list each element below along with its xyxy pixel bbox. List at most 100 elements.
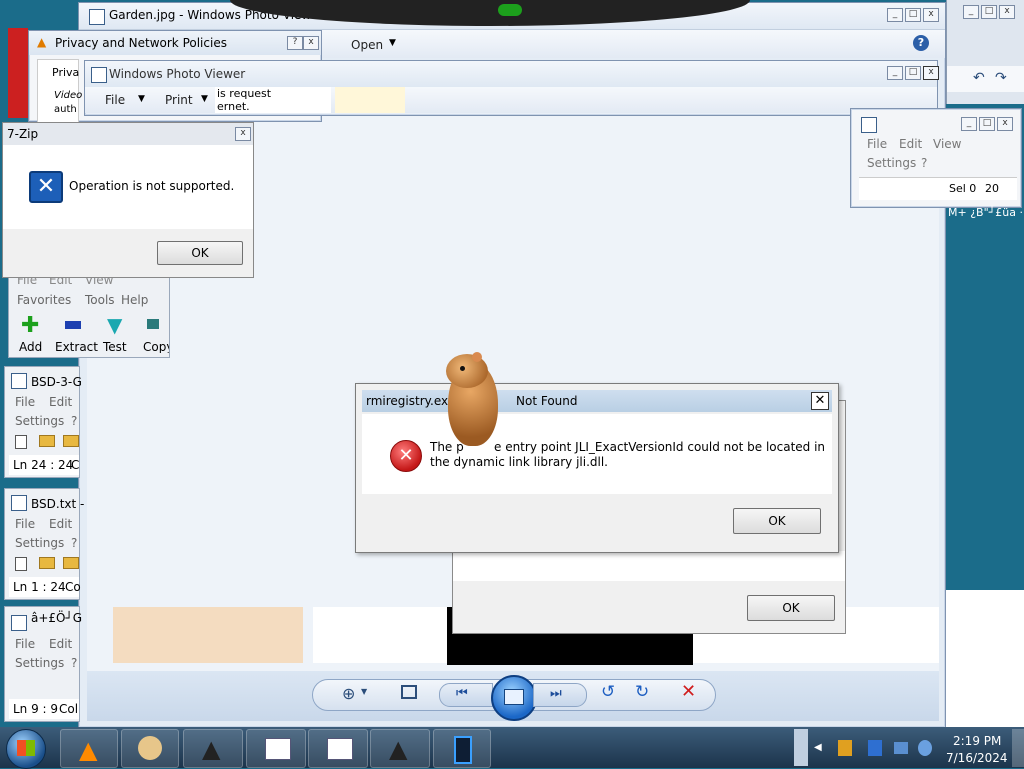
maximize-button[interactable]: □	[905, 8, 921, 22]
command-bar: File ▼ Print ▼ is request ernet.	[85, 87, 937, 113]
menu-file[interactable]: File	[15, 517, 35, 531]
app-icon	[454, 736, 472, 764]
previous-button[interactable]: ⏮	[439, 683, 493, 707]
tray-expand-icon[interactable]: ◀	[814, 742, 822, 753]
close-button[interactable]: x	[235, 127, 251, 141]
extract-button[interactable]: Extract	[55, 313, 99, 354]
rotate-right-icon[interactable]: ↻	[635, 682, 649, 702]
menu-help[interactable]: ?	[71, 536, 77, 550]
close-button[interactable]: x	[997, 117, 1013, 131]
rotate-left-icon[interactable]: ↺	[601, 682, 615, 702]
fit-icon[interactable]	[401, 685, 417, 699]
help-button[interactable]: ?	[287, 36, 303, 50]
menu-edit[interactable]: Edit	[49, 637, 72, 651]
menu-edit[interactable]: Edit	[899, 137, 922, 151]
taskbar-java-2[interactable]: ▲	[370, 729, 430, 768]
file-menu[interactable]: File	[105, 93, 125, 107]
open-folder-icon[interactable]	[39, 557, 55, 569]
menu-edit[interactable]: Edit	[49, 395, 72, 409]
menu-help[interactable]: ?	[71, 656, 77, 670]
menu-file[interactable]: File	[15, 395, 35, 409]
folder-icon[interactable]	[63, 435, 79, 447]
clock-date[interactable]: 7/16/2024	[946, 751, 1008, 765]
chevron-down-icon: ▼	[361, 687, 368, 696]
tray-monitor-icon[interactable]	[894, 742, 908, 754]
next-button[interactable]: ⏭	[533, 683, 587, 707]
delete-icon[interactable]: ✕	[681, 681, 696, 702]
tray-app-icon[interactable]	[838, 740, 852, 756]
window-title: BSD-3-G	[31, 375, 82, 389]
hamster-head	[446, 354, 488, 388]
redo-icon[interactable]: ↷	[995, 70, 1007, 86]
col-status: Col	[59, 702, 79, 716]
open-menu[interactable]: Open	[351, 38, 383, 52]
ok-button[interactable]: OK	[157, 241, 243, 265]
photo-viewer-icon	[89, 9, 105, 25]
test-button[interactable]: ▼ Test	[103, 313, 139, 354]
menu-help[interactable]: ?	[71, 414, 77, 428]
slideshow-button[interactable]	[491, 675, 537, 721]
open-folder-icon[interactable]	[39, 435, 55, 447]
window-title: BSD.txt -	[31, 497, 85, 511]
start-button[interactable]	[6, 729, 46, 769]
new-file-icon[interactable]	[15, 557, 27, 571]
menu-favorites[interactable]: Favorites	[17, 293, 71, 307]
maximize-button[interactable]: □	[979, 117, 995, 131]
close-button[interactable]: ✕	[811, 392, 829, 410]
menu-file[interactable]: File	[867, 137, 887, 151]
minimize-button[interactable]: _	[963, 5, 979, 19]
previous-icon: ⏮	[456, 686, 468, 701]
ok-button[interactable]: OK	[733, 508, 821, 534]
status-bar: Ln 9 : 9 Col	[9, 699, 79, 719]
menu-help[interactable]: Help	[121, 293, 148, 307]
minimize-button[interactable]: _	[961, 117, 977, 131]
partial-content: is request ernet.	[215, 87, 331, 113]
show-desktop-button[interactable]	[1012, 729, 1024, 767]
taskbar-app[interactable]	[433, 729, 491, 768]
menu-edit[interactable]: Edit	[49, 517, 72, 531]
menu-help[interactable]: ?	[921, 156, 927, 170]
print-menu[interactable]: Print	[165, 93, 193, 107]
close-button[interactable]: x	[999, 5, 1015, 19]
copy-button[interactable]: Copy	[143, 313, 169, 353]
tray-volume-icon[interactable]	[918, 740, 932, 756]
tab-privacy[interactable]: Priva	[52, 66, 79, 79]
notepad-icon	[11, 373, 27, 389]
menu-settings[interactable]: Settings	[15, 656, 64, 670]
next-icon: ⏭	[550, 686, 562, 701]
taskbar-vlc[interactable]: ▲	[60, 729, 118, 768]
close-button[interactable]: x	[923, 66, 939, 80]
taskbar-java-1[interactable]: ▲	[183, 729, 243, 768]
maximize-button[interactable]: □	[905, 66, 921, 80]
background-app-sliver	[8, 28, 28, 118]
menu-settings[interactable]: Settings	[15, 414, 64, 428]
title-bar: Windows Photo Viewer _ □ x	[85, 61, 939, 87]
taskbar-paint[interactable]	[121, 729, 179, 768]
close-button[interactable]: x	[923, 8, 939, 22]
menu-tools[interactable]: Tools	[85, 293, 115, 307]
tray-network-icon[interactable]	[868, 740, 882, 756]
paint-icon	[138, 736, 162, 760]
taskbar-notepad-1[interactable]	[246, 729, 306, 768]
new-file-icon[interactable]	[15, 435, 27, 449]
help-icon[interactable]: ?	[913, 35, 929, 51]
maximize-button[interactable]: □	[981, 5, 997, 19]
notepad-window-2: BSD.txt - File Edit Settings ? Ln 1 : 24…	[4, 488, 84, 600]
right-notepad-window: _ □ x File Edit View Settings ? Sel 0 20	[850, 108, 1022, 208]
add-button[interactable]: ✚ Add	[13, 313, 53, 354]
menu-file[interactable]: File	[15, 637, 35, 651]
menu-view[interactable]: View	[933, 137, 961, 151]
minimize-button[interactable]: _	[887, 66, 903, 80]
zoom-icon[interactable]: ⊕	[342, 684, 355, 703]
line-status: Ln 24 : 24	[13, 458, 74, 472]
folder-icon[interactable]	[63, 557, 79, 569]
scroll-strip[interactable]	[794, 729, 808, 766]
clock-time[interactable]: 2:19 PM	[953, 734, 1001, 748]
close-button[interactable]: x	[303, 36, 319, 50]
menu-settings[interactable]: Settings	[867, 156, 916, 170]
menu-settings[interactable]: Settings	[15, 536, 64, 550]
undo-icon[interactable]: ↶	[973, 70, 985, 86]
ok-button[interactable]: OK	[747, 595, 835, 621]
taskbar-notepad-2[interactable]	[308, 729, 368, 768]
minimize-button[interactable]: _	[887, 8, 903, 22]
